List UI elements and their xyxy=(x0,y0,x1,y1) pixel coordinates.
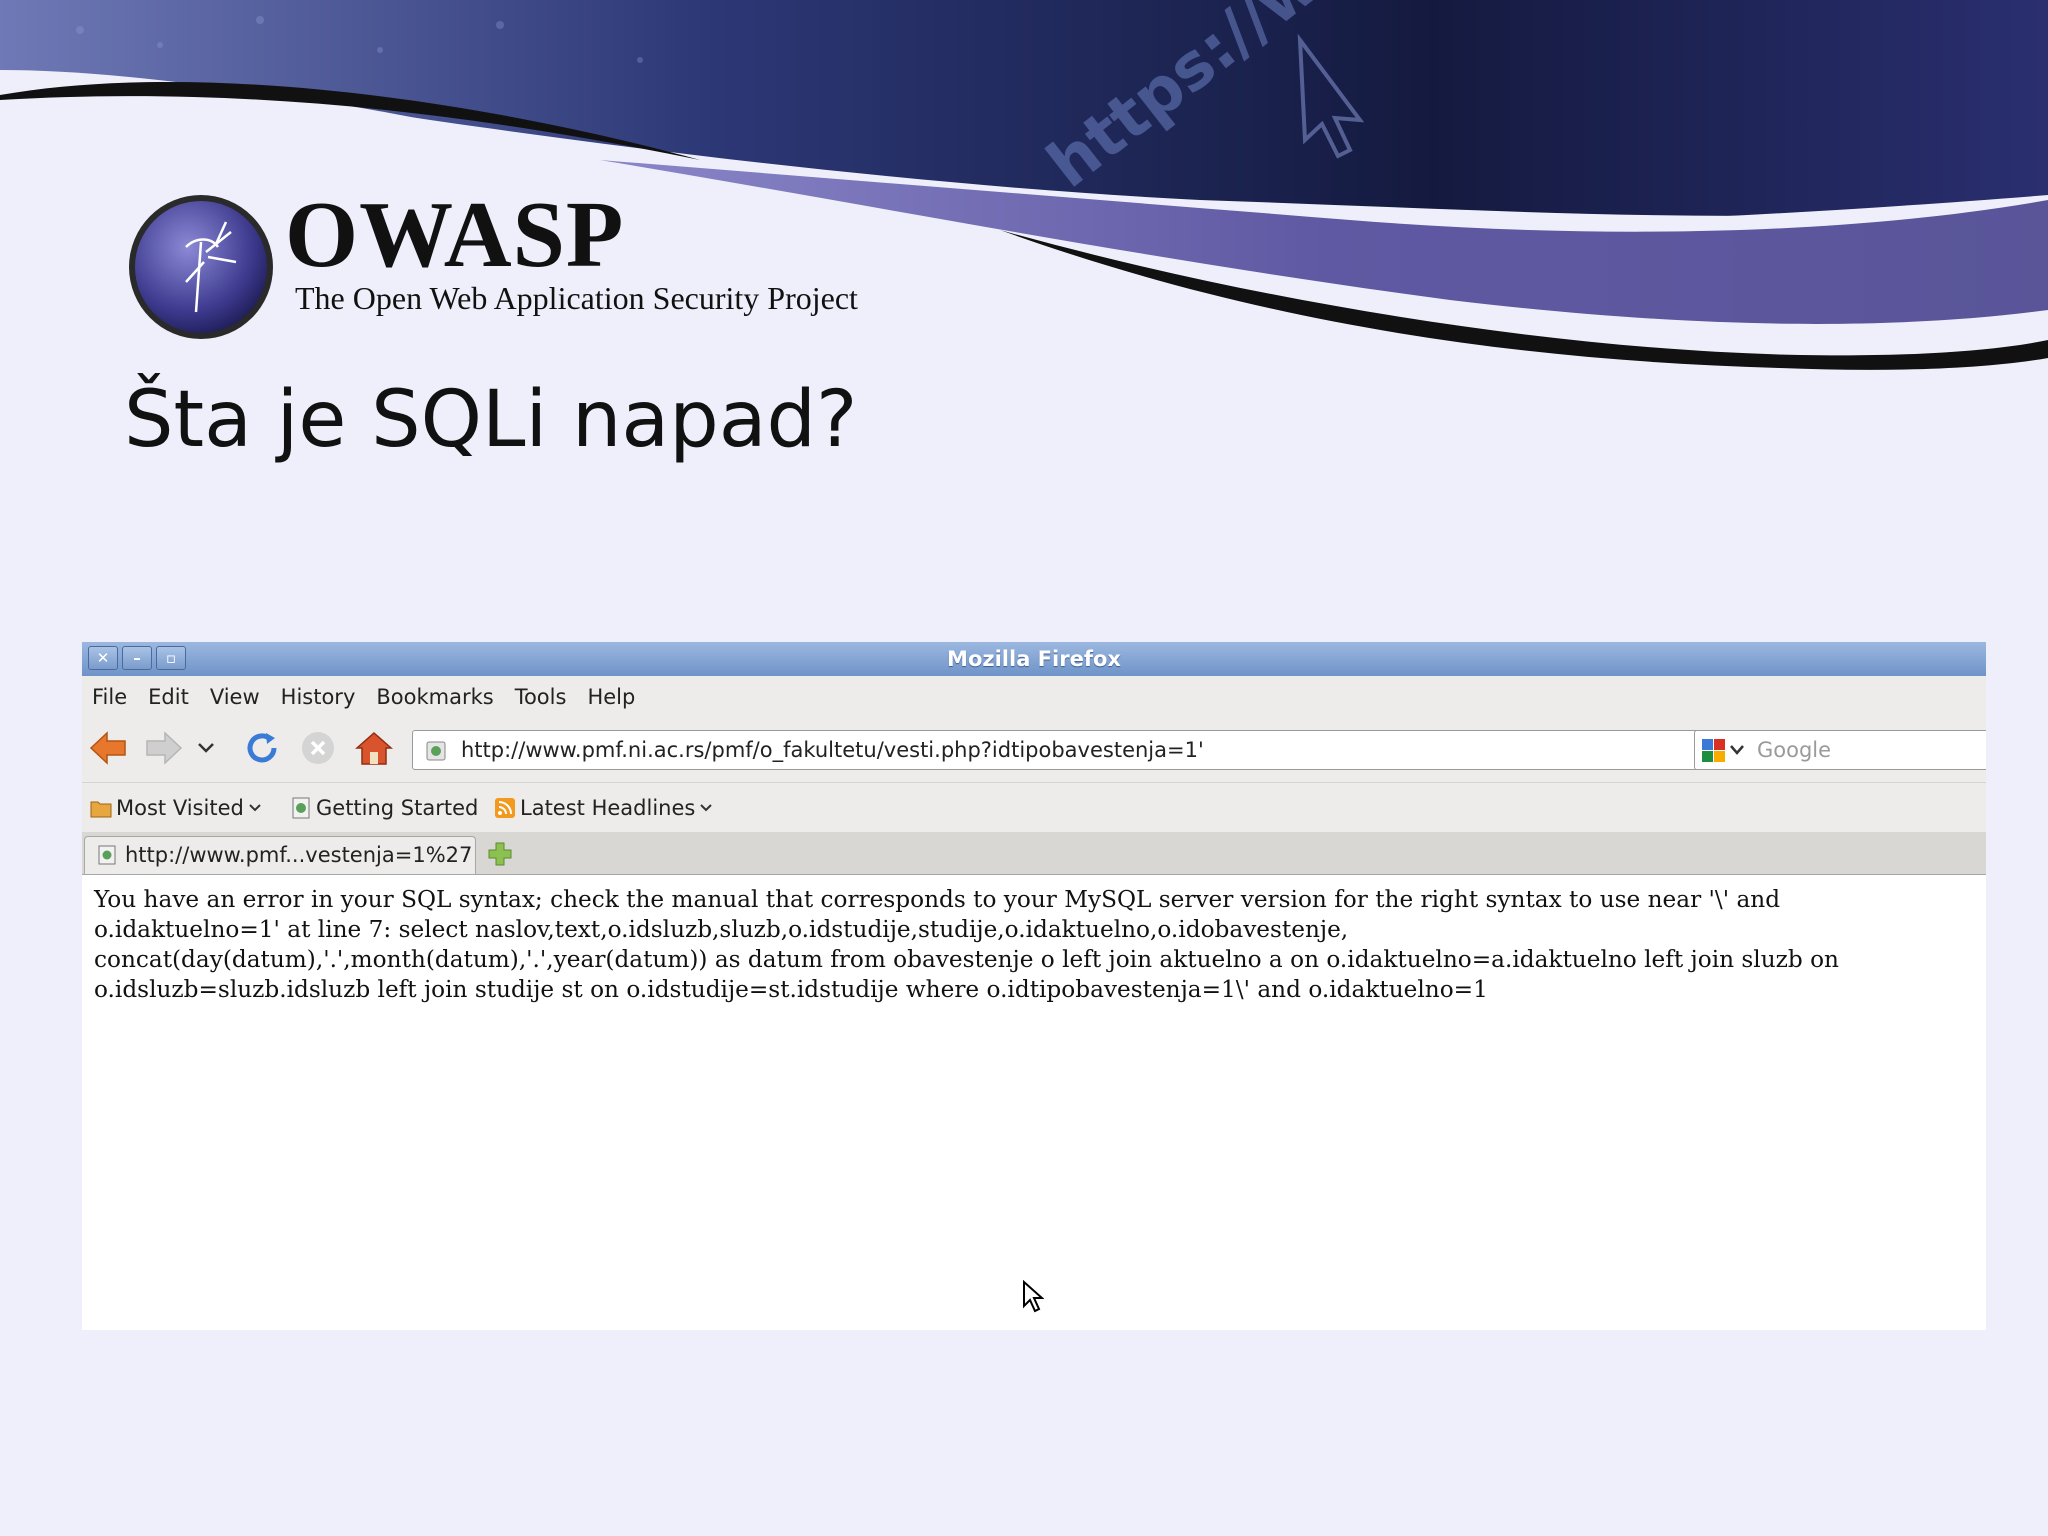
tab-strip: http://www.pmf...vestenja=1%27 xyxy=(82,832,1986,875)
tab-active[interactable]: http://www.pmf...vestenja=1%27 xyxy=(84,836,476,874)
bookmarks-toolbar: Most Visited Getting Started Latest Head… xyxy=(82,782,1986,833)
search-placeholder: Google xyxy=(1757,738,1832,762)
window-titlebar: ✕ – ▫ Mozilla Firefox xyxy=(82,642,1986,677)
bookmark-latest-headlines[interactable]: Latest Headlines xyxy=(494,793,713,823)
menu-tools[interactable]: Tools xyxy=(515,685,567,709)
window-title: Mozilla Firefox xyxy=(947,647,1121,671)
home-icon[interactable] xyxy=(354,728,394,768)
bookmark-getting-started[interactable]: Getting Started xyxy=(290,793,478,823)
logo-subtitle: The Open Web Application Security Projec… xyxy=(295,280,858,316)
mouse-pointer-icon xyxy=(1022,1279,1045,1314)
history-dropdown-icon[interactable] xyxy=(194,728,218,768)
menu-bookmarks[interactable]: Bookmarks xyxy=(376,685,493,709)
firefox-window: ✕ – ▫ Mozilla Firefox File Edit View His… xyxy=(82,642,1986,1330)
getting-started-label: Getting Started xyxy=(316,796,479,820)
owasp-logo xyxy=(126,192,276,342)
url-text[interactable]: http://www.pmf.ni.ac.rs/pmf/o_fakultetu/… xyxy=(461,731,1204,769)
chevron-down-icon xyxy=(249,804,261,812)
search-engine-dropdown-icon[interactable] xyxy=(1729,744,1745,756)
chevron-down-icon xyxy=(700,804,713,812)
bookmark-most-visited[interactable]: Most Visited xyxy=(90,793,262,823)
menu-edit[interactable]: Edit xyxy=(148,685,189,709)
menu-help[interactable]: Help xyxy=(587,685,635,709)
error-line: concat(day(datum),'.',month(datum),'.',y… xyxy=(94,946,1839,973)
error-line: You have an error in your SQL syntax; ch… xyxy=(94,886,1781,913)
error-line: o.idsluzb=sluzb.idsluzb left join studij… xyxy=(94,976,1488,1003)
search-bar[interactable]: Google xyxy=(1694,730,1986,770)
reload-icon[interactable] xyxy=(242,728,282,768)
forward-arrow-icon[interactable] xyxy=(144,728,184,768)
page-icon xyxy=(426,741,446,761)
page-content: You have an error in your SQL syntax; ch… xyxy=(82,875,1986,1330)
menu-file[interactable]: File xyxy=(92,685,127,709)
menu-history[interactable]: History xyxy=(281,685,356,709)
owasp-wasp-icon xyxy=(129,195,273,339)
new-tab-plus-icon[interactable] xyxy=(486,840,514,868)
menu-bar: File Edit View History Bookmarks Tools H… xyxy=(82,676,1986,718)
tab-label: http://www.pmf...vestenja=1%27 xyxy=(125,843,473,867)
navigation-toolbar: http://www.pmf.ni.ac.rs/pmf/o_fakultetu/… xyxy=(82,718,1986,782)
stop-icon[interactable] xyxy=(298,728,338,768)
page-icon xyxy=(98,845,116,865)
sql-error-message: You have an error in your SQL syntax; ch… xyxy=(94,885,1984,1005)
most-visited-label: Most Visited xyxy=(116,796,244,820)
error-line: o.idaktuelno=1' at line 7: select naslov… xyxy=(94,916,1349,943)
google-search-engine-icon[interactable] xyxy=(1701,738,1727,764)
address-bar[interactable]: http://www.pmf.ni.ac.rs/pmf/o_fakultetu/… xyxy=(412,730,1762,770)
page-icon xyxy=(290,797,312,819)
folder-icon xyxy=(90,797,112,819)
back-arrow-icon[interactable] xyxy=(88,728,128,768)
logo-title: OWASP xyxy=(285,183,625,287)
menu-view[interactable]: View xyxy=(210,685,260,709)
slide-heading: Šta je SQLi napad? xyxy=(124,375,858,465)
rss-feed-icon xyxy=(494,797,516,819)
latest-headlines-label: Latest Headlines xyxy=(520,796,696,820)
